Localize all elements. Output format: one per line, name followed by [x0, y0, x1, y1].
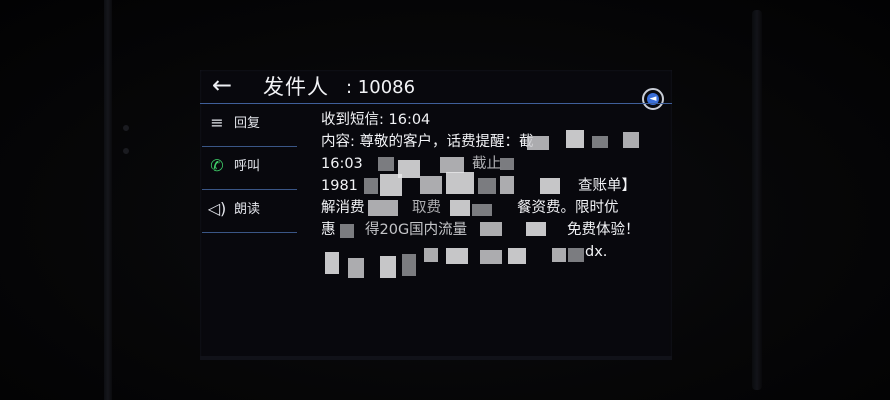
message-icon: ≡ [210, 113, 224, 132]
redaction-block [325, 252, 339, 274]
sidebar-item-label: 朗读 [234, 202, 261, 217]
redaction-block [378, 157, 394, 171]
message-line-5a: 惠 [321, 222, 336, 238]
message-line-3: 1981 [321, 178, 358, 194]
reply-shortcut-button[interactable]: ◄ [642, 88, 664, 110]
redaction-block [526, 222, 546, 236]
redaction-block [420, 176, 442, 194]
redaction-block [446, 172, 474, 194]
message-line-6-tail: dx. [585, 244, 608, 260]
bezel-left-edge [104, 0, 112, 400]
redaction-block [500, 176, 514, 194]
message-line-4a: 解消费 [321, 200, 365, 216]
message-line-1: 内容: 尊敬的客户，话费提醒：截 [321, 134, 534, 150]
message-line-2-tail: 截止 [472, 156, 501, 172]
redaction-block [568, 248, 584, 262]
redaction-block [508, 248, 526, 264]
redaction-block [500, 158, 514, 170]
message-line-4b: 取费 [412, 200, 441, 216]
sidebar-item-label: 呼叫 [234, 159, 261, 174]
redaction-block [402, 254, 416, 276]
redaction-block [364, 178, 378, 194]
redaction-block [380, 174, 402, 196]
redaction-block [472, 204, 492, 216]
redaction-block [368, 200, 398, 216]
redaction-block [348, 258, 364, 278]
redaction-block [440, 157, 464, 173]
redaction-block [592, 136, 608, 148]
sidebar-item-reply[interactable]: ≡ 回复 [202, 104, 297, 144]
message-line-3-tail: 查账单】 [578, 178, 636, 194]
sidebar-item-label: 回复 [234, 116, 261, 131]
redaction-block [450, 200, 470, 216]
redaction-block [566, 130, 584, 148]
redaction-block [446, 248, 468, 264]
message-line-4c: 餐资费。限时优 [517, 200, 619, 216]
sender-number: : 10086 [346, 77, 416, 98]
bezel-knob [123, 148, 129, 154]
sidebar-item-call[interactable]: ✆ 呼叫 [202, 147, 297, 187]
redaction-block [478, 178, 496, 194]
sidebar-item-read-aloud[interactable]: ◁) 朗读 [202, 190, 297, 230]
redaction-block [552, 248, 566, 262]
sidebar-divider [202, 232, 297, 233]
sender-label: 发件人 [263, 75, 329, 99]
redaction-block [527, 136, 549, 150]
received-time: 收到短信: 16:04 [321, 112, 431, 128]
message-line-5b: 得20G国内流量 [365, 222, 468, 238]
redaction-block [623, 132, 639, 148]
redaction-block [480, 250, 502, 264]
bezel-right-edge [752, 10, 762, 390]
back-arrow-icon[interactable]: ← [212, 73, 238, 97]
redaction-block [480, 222, 502, 236]
phone-icon: ✆ [210, 156, 224, 175]
bezel-knob [123, 125, 129, 131]
redaction-block [380, 256, 396, 278]
redaction-block [340, 224, 354, 238]
redaction-block [424, 248, 438, 262]
screen-bottom-edge [200, 356, 672, 360]
message-line-2: 16:03 [321, 156, 363, 172]
redaction-block [540, 178, 560, 194]
speaker-icon: ◁) [207, 199, 227, 218]
message-line-5c: 免费体验！ [567, 222, 640, 238]
